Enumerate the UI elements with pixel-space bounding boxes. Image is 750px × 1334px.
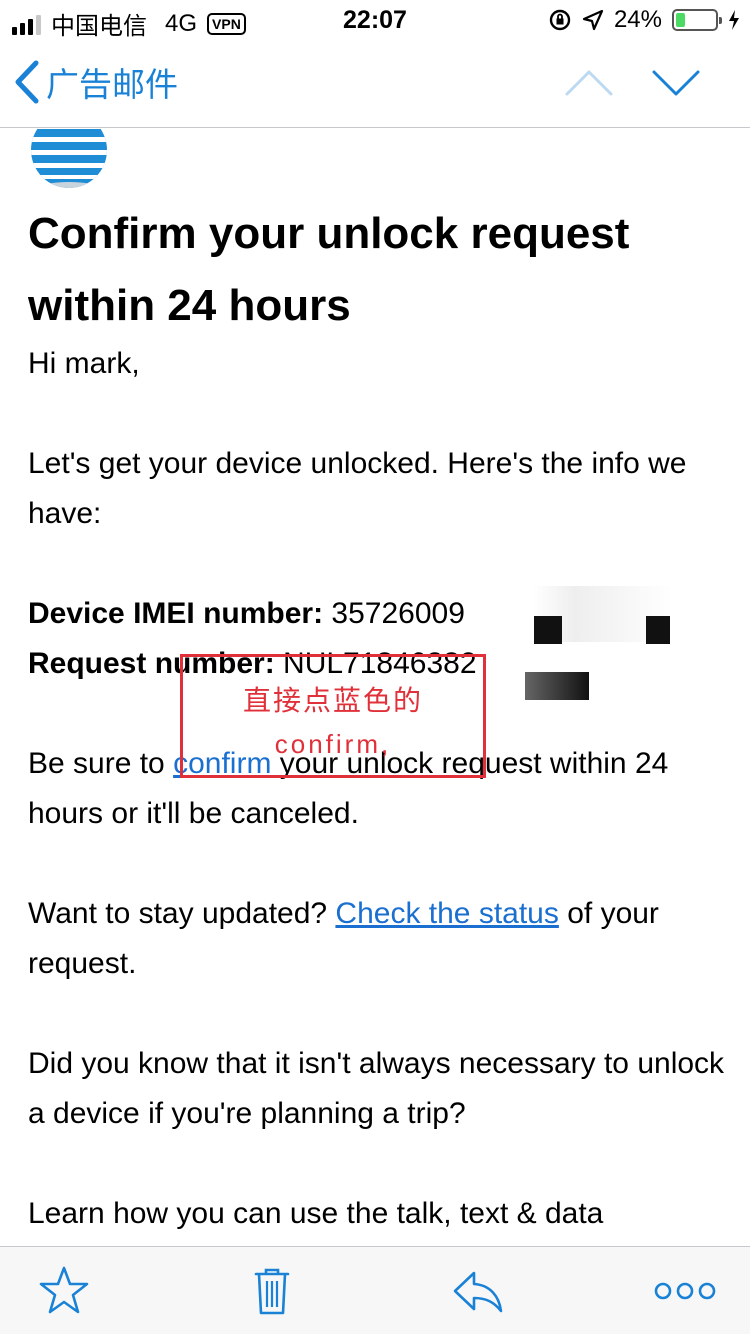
back-button[interactable]: 广告邮件	[14, 58, 178, 106]
redaction-block	[525, 672, 589, 700]
globe-logo-icon	[31, 128, 107, 188]
status-right: 24%	[548, 6, 740, 34]
status-left: 中国电信 4G VPN	[12, 6, 246, 41]
signal-icon	[12, 13, 41, 35]
more-button[interactable]	[653, 1265, 717, 1317]
learn-paragraph: Learn how you can use the talk, text & d…	[28, 1197, 604, 1230]
carrier-label: 中国电信	[51, 13, 147, 40]
redaction-block	[534, 616, 562, 644]
delete-button[interactable]	[244, 1265, 300, 1317]
email-body: Confirm your unlock request within 24 ho…	[28, 128, 728, 1246]
vpn-badge: VPN	[207, 12, 246, 35]
chevron-left-icon	[15, 60, 39, 104]
email-title: Confirm your unlock request within 24 ho…	[28, 209, 630, 330]
reply-button[interactable]	[450, 1265, 506, 1317]
star-icon	[39, 1266, 89, 1314]
annotation-box: 直接点蓝色的 confirm,	[180, 654, 486, 778]
back-label: 广告邮件	[46, 66, 178, 103]
imei-value: 35726009	[331, 597, 465, 630]
next-message-button[interactable]	[648, 58, 704, 108]
trip-paragraph: Did you know that it isn't always necess…	[28, 1047, 725, 1130]
annotation-text: confirm,	[274, 729, 392, 759]
status-bar: 中国电信 4G VPN 22:07 24%	[0, 0, 750, 40]
annotation-text: 直接点蓝色的	[242, 685, 423, 716]
network-label: 4G	[165, 9, 198, 37]
flag-button[interactable]	[36, 1265, 92, 1317]
charging-icon	[729, 10, 739, 30]
reply-icon	[453, 1271, 503, 1313]
more-icon	[654, 1282, 716, 1300]
location-icon	[582, 9, 604, 31]
greeting: Hi mark,	[28, 347, 140, 380]
imei-label: Device IMEI number:	[28, 597, 324, 630]
email-text: Hi mark, Let's get your device unlocked.…	[28, 339, 728, 1246]
mail-nav-bar: 广告邮件	[0, 40, 750, 128]
chevron-up-icon	[565, 70, 613, 96]
check-status-link[interactable]: Check the status	[335, 897, 558, 930]
status-paragraph: Want to stay updated? Check the status o…	[28, 897, 659, 980]
intro-paragraph: Let's get your device unlocked. Here's t…	[28, 447, 687, 530]
redaction-block	[646, 616, 670, 644]
rotation-lock-icon	[549, 9, 571, 31]
bottom-toolbar	[0, 1246, 750, 1334]
chevron-down-icon	[652, 70, 700, 96]
battery-percent: 24%	[613, 6, 662, 33]
battery-icon	[672, 9, 722, 31]
previous-message-button[interactable]	[561, 58, 617, 108]
trash-icon	[254, 1268, 290, 1315]
